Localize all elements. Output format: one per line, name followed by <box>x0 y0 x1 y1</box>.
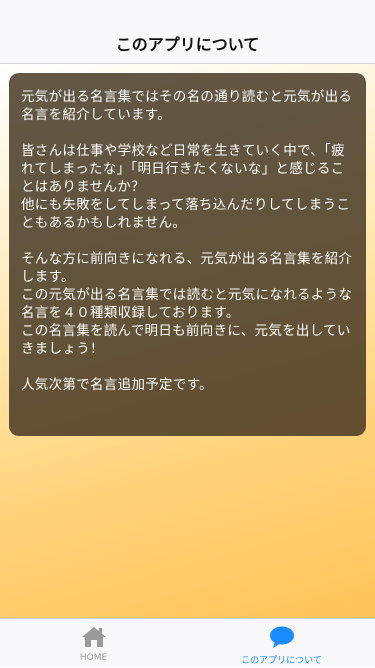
about-description: 元気が出る名言集ではその名の通り読むと元気が出る名言を紹介しています。 皆さんは… <box>21 89 353 393</box>
home-icon <box>81 627 106 647</box>
page-title: このアプリについて <box>115 35 260 54</box>
speech-bubble-icon <box>269 626 294 648</box>
tab-home[interactable]: HOME <box>0 619 187 668</box>
navigation-bar: このアプリについて <box>0 0 375 64</box>
content-area: 元気が出る名言集ではその名の通り読むと元気が出る名言を紹介しています。 皆さんは… <box>0 64 375 618</box>
about-card: 元気が出る名言集ではその名の通り読むと元気が出る名言を紹介しています。 皆さんは… <box>9 73 366 436</box>
tab-home-label: HOME <box>79 653 108 663</box>
tab-bar: HOME このアプリについて <box>0 618 375 667</box>
tab-about[interactable]: このアプリについて <box>188 619 375 668</box>
tab-about-label: このアプリについて <box>241 656 322 666</box>
